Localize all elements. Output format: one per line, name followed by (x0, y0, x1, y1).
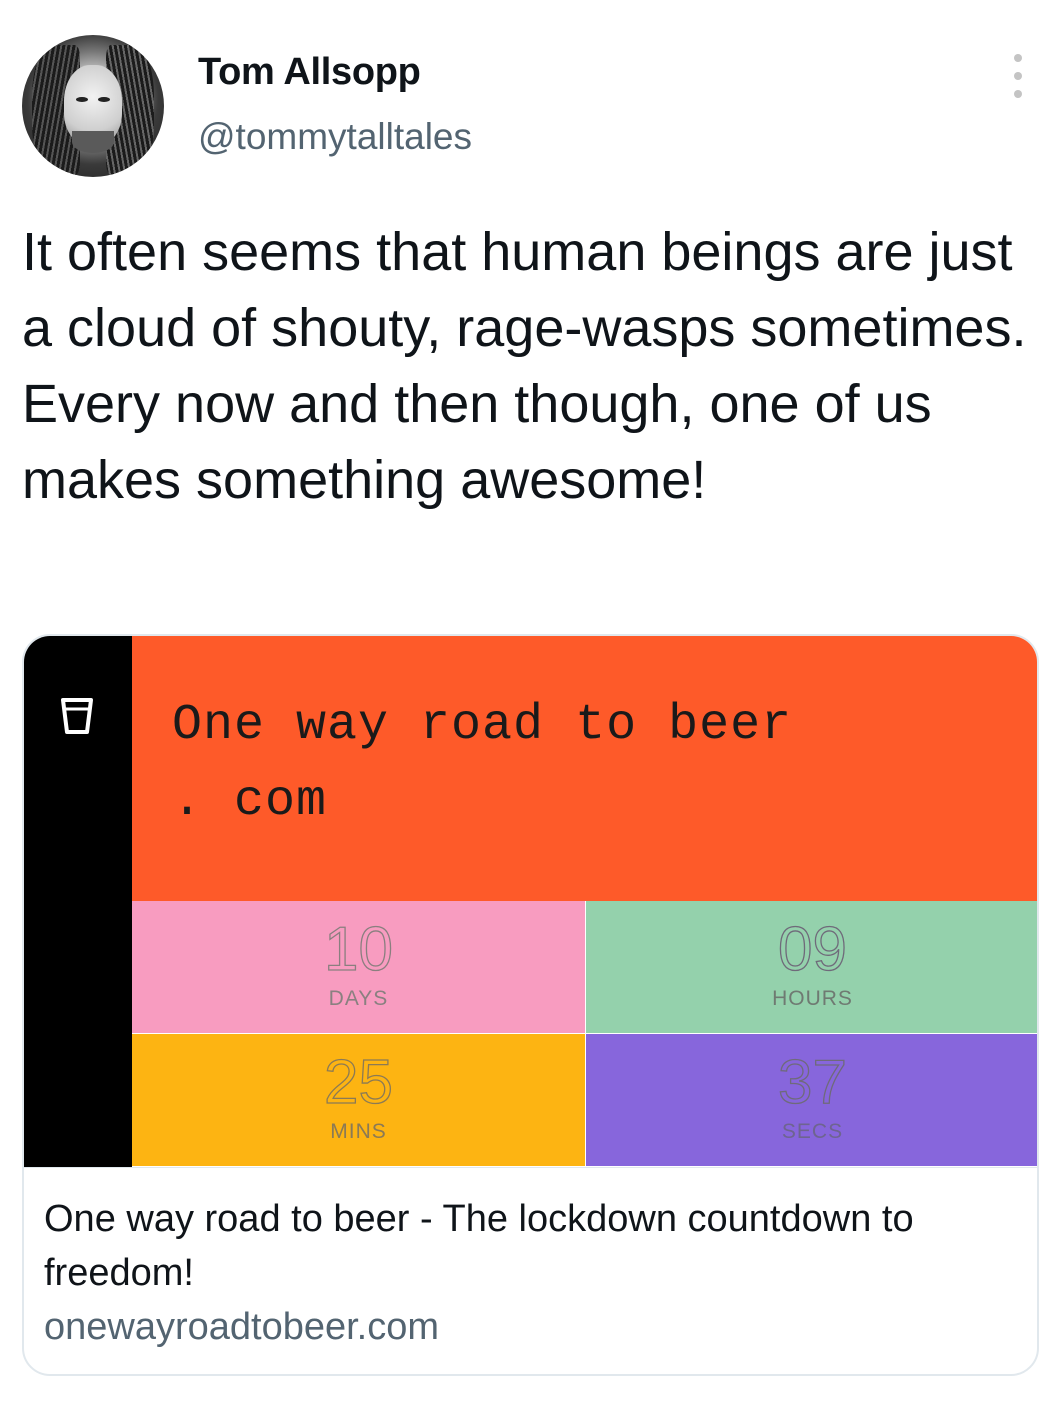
card-title[interactable]: One way road to beer - The lockdown coun… (44, 1192, 1014, 1300)
dot (1014, 90, 1022, 98)
card-image[interactable]: One way road to beer . com 10 DAYS 09 HOU… (24, 636, 1037, 1167)
avatar-eye (98, 97, 110, 102)
countdown-value: 25 (323, 1048, 393, 1117)
countdown-secs: 37 SECS (586, 1034, 1037, 1166)
countdown-hours: 09 HOURS (586, 901, 1037, 1033)
card-divider (24, 1167, 1037, 1168)
banner-line-2: . com (172, 773, 328, 830)
card-banner: One way road to beer . com (132, 636, 1037, 901)
dot (1014, 72, 1022, 80)
countdown-unit: DAYS (328, 987, 389, 1010)
countdown-mins: 25 MINS (132, 1034, 585, 1166)
author-name[interactable]: Tom Allsopp (198, 51, 421, 94)
countdown-value: 10 (323, 915, 393, 984)
countdown-unit: SECS (781, 1120, 844, 1143)
author-handle[interactable]: @tommytalltales (198, 116, 472, 158)
more-vertical-icon[interactable] (1004, 54, 1032, 98)
link-card[interactable]: One way road to beer . com 10 DAYS 09 HOU… (22, 634, 1039, 1376)
dot (1014, 54, 1022, 62)
tweet-text: It often seems that human beings are jus… (22, 222, 1027, 510)
avatar-eye (76, 97, 88, 102)
card-url[interactable]: onewayroadtobeer.com (44, 1306, 439, 1349)
avatar[interactable] (22, 35, 164, 177)
banner-line-1: One way road to beer (172, 697, 793, 754)
avatar-beard (72, 131, 114, 153)
countdown-days: 10 DAYS (132, 901, 585, 1033)
card-sidebar (24, 636, 132, 1167)
beer-glass-icon (61, 698, 93, 734)
countdown-value: 09 (777, 915, 847, 984)
banner-title: One way road to beer . com (172, 688, 992, 840)
countdown-unit: MINS (330, 1120, 387, 1143)
countdown-unit: HOURS (772, 987, 853, 1010)
countdown-value: 37 (777, 1048, 847, 1117)
